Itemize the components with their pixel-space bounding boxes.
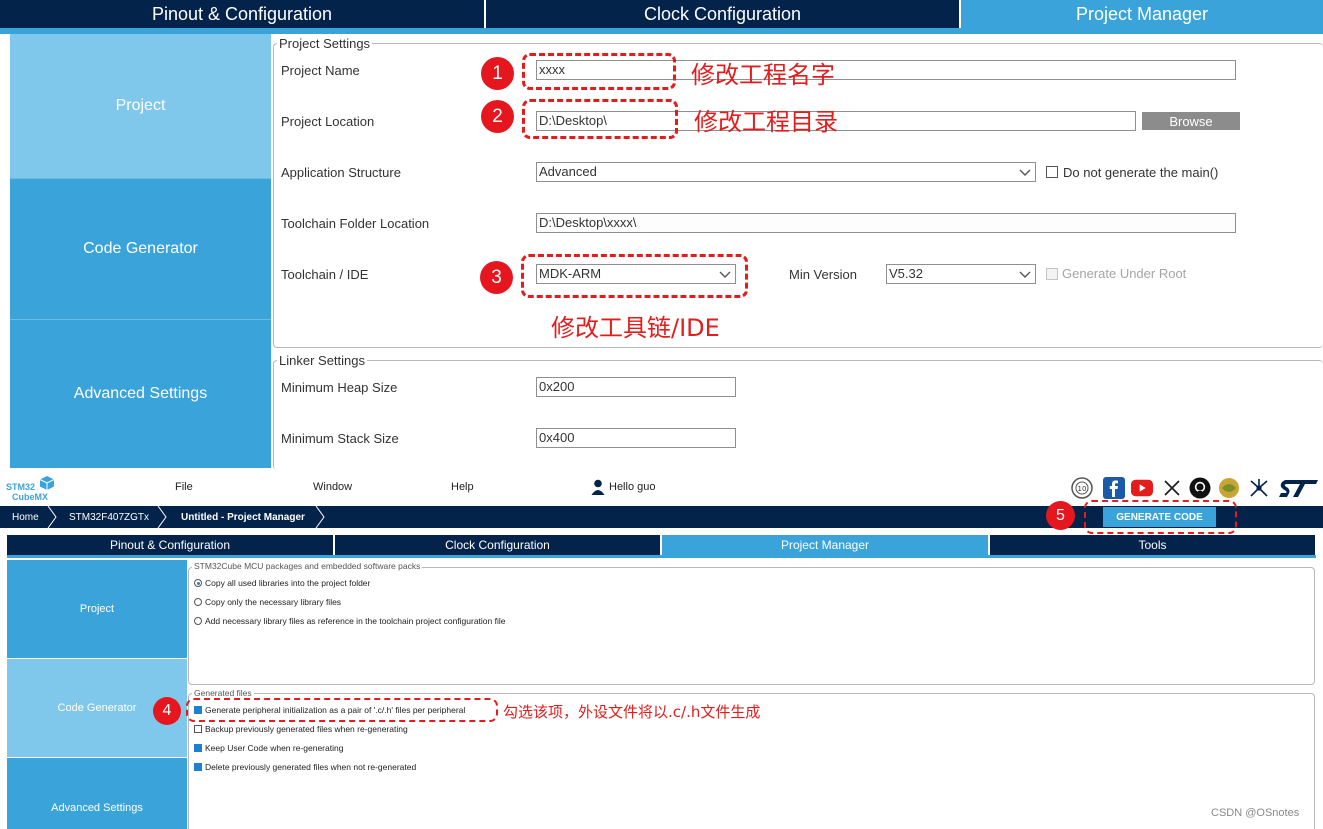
chevron-down-icon xyxy=(1019,169,1031,176)
annotation-marker-4: 4 xyxy=(153,697,181,725)
tab-pinout-configuration[interactable]: Pinout & Configuration xyxy=(0,0,484,28)
checkbox-delete-previous[interactable] xyxy=(194,763,202,771)
browse-button[interactable]: Browse xyxy=(1142,112,1240,130)
application-structure-select[interactable]: Advanced xyxy=(536,162,1036,182)
tab2-tools[interactable]: Tools xyxy=(990,535,1316,555)
annotation-marker-1: 1 xyxy=(481,57,514,90)
do-not-generate-main-label: Do not generate the main() xyxy=(1063,165,1219,180)
watermark: CSDN @OSnotes xyxy=(1211,807,1300,819)
github-icon[interactable] xyxy=(1189,477,1211,499)
minimum-heap-label: Minimum Heap Size xyxy=(281,380,398,395)
tab-clock-configuration[interactable]: Clock Configuration xyxy=(486,0,959,28)
minimum-stack-label: Minimum Stack Size xyxy=(281,431,399,446)
minimum-stack-field[interactable]: 0x400 xyxy=(536,428,736,448)
linker-settings-group xyxy=(273,360,1323,470)
checkbox-backup[interactable] xyxy=(194,725,202,733)
annotation-text-4: 勾选该项，外设文件将以.c/.h文件生成 xyxy=(503,703,761,721)
annotation-box-2 xyxy=(522,99,678,139)
toolchain-folder-label: Toolchain Folder Location xyxy=(281,216,430,231)
anniversary-badge-icon[interactable]: 10 xyxy=(1071,477,1093,499)
project-name-label: Project Name xyxy=(281,63,360,78)
min-version-select[interactable]: V5.32 xyxy=(886,264,1036,284)
menu-window[interactable]: Window xyxy=(313,481,352,493)
community-icon[interactable] xyxy=(1218,477,1240,499)
tab-project-manager[interactable]: Project Manager xyxy=(961,0,1323,28)
annotation-text-2: 修改工程目录 xyxy=(694,108,838,136)
st-logo-icon xyxy=(1279,477,1319,499)
packs-legend: STM32Cube MCU packages and embedded soft… xyxy=(192,561,423,571)
checkbox-delete-previous-label: Delete previously generated files when n… xyxy=(205,762,417,772)
menu-file[interactable]: File xyxy=(175,481,193,493)
application-structure-value: Advanced xyxy=(539,164,597,179)
logo-bottom-text: CubeMX xyxy=(12,492,48,502)
do-not-generate-main-checkbox[interactable] xyxy=(1046,166,1058,178)
chevron-down-icon xyxy=(1019,271,1031,278)
checkbox-keep-user-code[interactable] xyxy=(194,744,202,752)
radio-add-reference-label: Add necessary library files as reference… xyxy=(205,616,506,626)
application-structure-label: Application Structure xyxy=(281,165,401,180)
project-settings-legend: Project Settings xyxy=(277,36,373,51)
cube-icon xyxy=(39,476,55,490)
radio-copy-necessary[interactable] xyxy=(194,598,202,606)
tab2-project-manager[interactable]: Project Manager xyxy=(662,535,989,555)
user-icon xyxy=(591,479,605,495)
user-greeting[interactable]: Hello guo xyxy=(609,481,655,493)
sidebar-item-advanced-settings[interactable]: Advanced Settings xyxy=(10,319,271,468)
annotation-text-1: 修改工程名字 xyxy=(691,61,835,89)
annotation-marker-5: 5 xyxy=(1046,501,1075,530)
stm32cubemx-logo: STM32 CubeMX xyxy=(6,474,56,504)
sidebar-item-code-generator[interactable]: Code Generator xyxy=(10,178,271,319)
annotation-marker-2: 2 xyxy=(481,100,514,133)
breadcrumb-separator-icon xyxy=(157,506,167,528)
minimum-heap-field[interactable]: 0x200 xyxy=(536,377,736,397)
logo-top-text: STM32 xyxy=(6,482,36,492)
project-location-label: Project Location xyxy=(281,114,375,129)
network-icon[interactable] xyxy=(1248,477,1270,499)
breadcrumb-separator-icon xyxy=(315,506,325,528)
youtube-icon[interactable] xyxy=(1131,477,1153,499)
breadcrumb-mcu[interactable]: STM32F407ZGTx xyxy=(69,506,149,528)
breadcrumb-home[interactable]: Home xyxy=(12,506,39,528)
annotation-box-3 xyxy=(521,254,748,298)
facebook-icon[interactable] xyxy=(1103,477,1125,499)
min-version-label: Min Version xyxy=(789,267,857,282)
annotation-text-3: 修改工具链/IDE xyxy=(551,314,720,342)
toolchain-ide-label: Toolchain / IDE xyxy=(281,267,369,282)
sidebar-item-project[interactable]: Project xyxy=(10,34,271,178)
radio-copy-all-label: Copy all used libraries into the project… xyxy=(205,578,371,588)
tab2-underline xyxy=(7,555,1316,558)
checkbox-backup-label: Backup previously generated files when r… xyxy=(205,724,408,734)
annotation-marker-3: 3 xyxy=(480,261,513,294)
annotation-box-5 xyxy=(1084,500,1237,534)
toolchain-folder-field[interactable]: D:\Desktop\xxxx\ xyxy=(536,213,1236,233)
generate-under-root-checkbox[interactable] xyxy=(1046,268,1058,280)
sidebar2-item-advanced-settings[interactable]: Advanced Settings xyxy=(7,758,187,829)
min-version-value: V5.32 xyxy=(889,266,923,281)
radio-copy-all[interactable] xyxy=(194,579,202,587)
linker-settings-legend: Linker Settings xyxy=(277,353,367,368)
sidebar2-item-project[interactable]: Project xyxy=(7,560,187,658)
annotation-box-4 xyxy=(186,698,498,722)
breadcrumb-current[interactable]: Untitled - Project Manager xyxy=(181,506,305,528)
checkbox-keep-user-code-label: Keep User Code when re-generating xyxy=(205,743,344,753)
x-twitter-icon[interactable] xyxy=(1161,477,1183,499)
svg-text:10: 10 xyxy=(1078,485,1087,493)
menu-help[interactable]: Help xyxy=(451,481,474,493)
radio-add-reference[interactable] xyxy=(194,617,202,625)
tab2-pinout-configuration[interactable]: Pinout & Configuration xyxy=(7,535,334,555)
tab2-clock-configuration[interactable]: Clock Configuration xyxy=(335,535,661,555)
generate-under-root-label: Generate Under Root xyxy=(1062,266,1187,281)
radio-copy-necessary-label: Copy only the necessary library files xyxy=(205,597,342,607)
generated-files-legend: Generated files xyxy=(192,688,254,698)
annotation-box-1 xyxy=(522,53,676,90)
breadcrumb-separator-icon xyxy=(47,506,57,528)
